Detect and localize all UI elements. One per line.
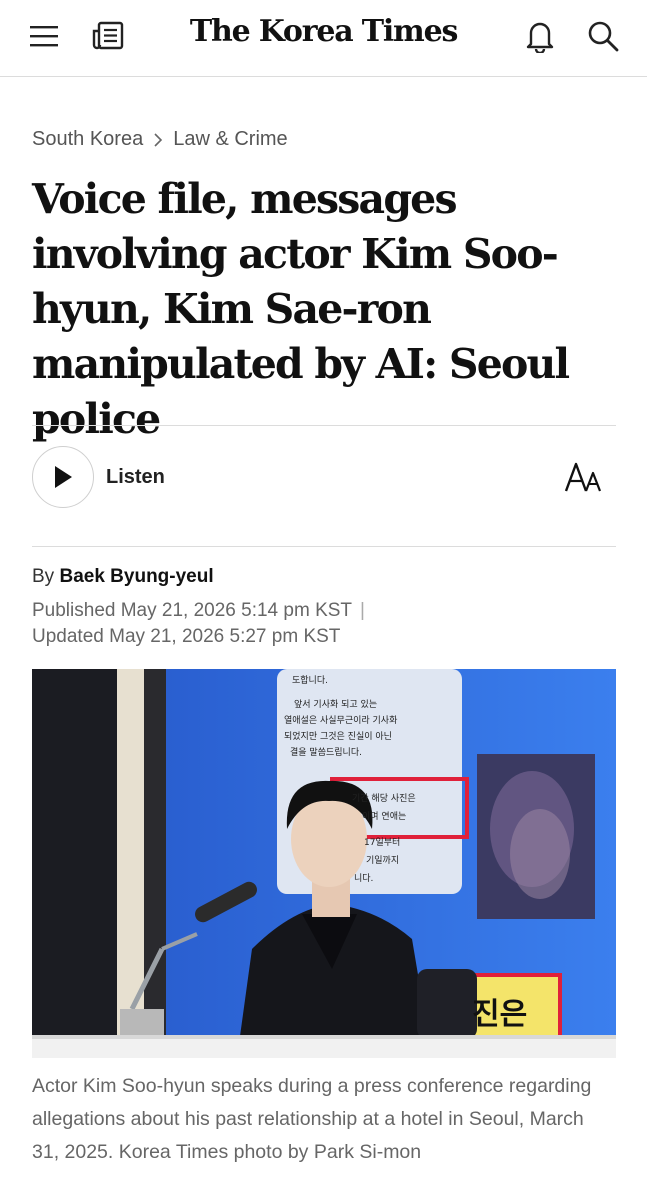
- bell-icon: [526, 22, 554, 53]
- photo-caption: Actor Kim Soo-hyun speaks during a press…: [32, 1075, 592, 1163]
- top-navigation-bar: The Korea Times: [0, 0, 647, 77]
- screen-text-line: 앞서 기사화 되고 있는: [294, 698, 377, 710]
- screen-text-line: 17일부터: [364, 837, 400, 848]
- listen-button[interactable]: Listen: [32, 446, 165, 508]
- font-size-icon: [564, 462, 602, 492]
- search-button[interactable]: [583, 16, 623, 56]
- screen-text-line: 이며 연애는: [362, 811, 406, 822]
- meta-divider: |: [360, 600, 365, 621]
- byline: By Baek Byung-yeul: [32, 566, 214, 588]
- screen-text-line: 열애설은 사실무근이라 기사화: [284, 715, 397, 726]
- screen-text-line: 결을 말씀드립니다.: [290, 746, 362, 758]
- press-conference-photo: 도합니다. 앞서 기사화 되고 있는 열애설은 사실무근이라 기사화 되었지만 …: [32, 669, 616, 1058]
- article-headline: Voice file, messages involving actor Kim…: [32, 175, 570, 443]
- listen-label: Listen: [106, 465, 165, 488]
- screen-text-line: 되었지만 그것은 진실이 아닌: [284, 730, 392, 742]
- updated-date: Updated May 21, 2026 5:27 pm KST: [32, 626, 341, 647]
- breadcrumb-section-link[interactable]: South Korea: [32, 128, 143, 151]
- breadcrumb-subsection-link[interactable]: Law & Crime: [173, 128, 287, 151]
- author-link[interactable]: Baek Byung-yeul: [59, 566, 213, 587]
- screen-text-bottom: 진은: [472, 997, 527, 1032]
- article-photo: 도합니다. 앞서 기사화 되고 있는 열애설은 사실무근이라 기사화 되었지만 …: [32, 669, 616, 1058]
- chevron-right-icon: [153, 132, 163, 148]
- notifications-button[interactable]: [520, 16, 560, 56]
- screen-text-line: 니다.: [354, 873, 373, 884]
- divider: [32, 546, 616, 547]
- breadcrumb: South Korea Law & Crime: [32, 128, 288, 151]
- screen-text-line: 기간 해당 사진은: [352, 793, 416, 804]
- play-button[interactable]: [32, 446, 94, 508]
- screen-text-line: 도합니다.: [292, 675, 328, 686]
- screen-text-line: 기일까지: [366, 855, 399, 866]
- published-text: Published May 21, 2026 5:14 pm KST: [32, 600, 353, 621]
- published-date: Published May 21, 2026 5:14 pm KST |: [32, 600, 365, 622]
- search-icon: [588, 21, 619, 52]
- font-size-button[interactable]: [562, 458, 606, 498]
- divider: [32, 425, 616, 426]
- byline-prefix: By: [32, 566, 55, 587]
- play-icon: [55, 466, 72, 488]
